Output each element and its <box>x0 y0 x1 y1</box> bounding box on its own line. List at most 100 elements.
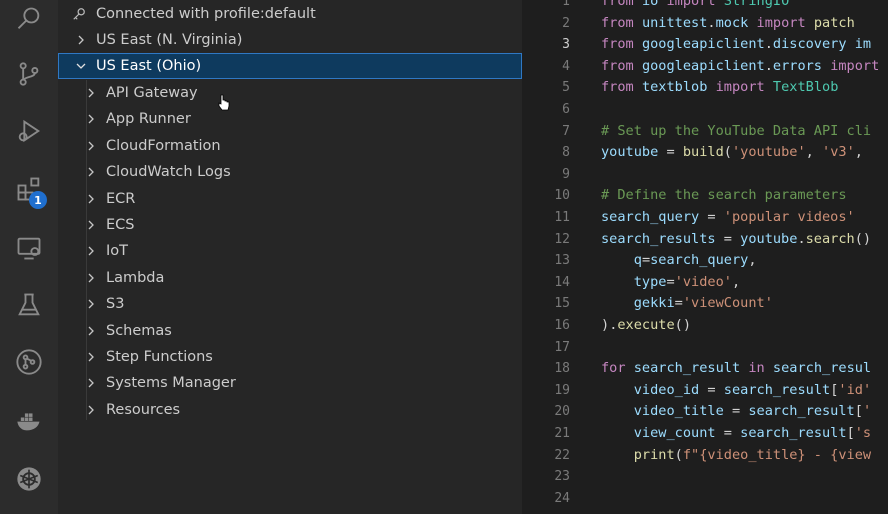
connection-status: Connected with profile:default <box>58 1 522 27</box>
line-number: 23 <box>554 469 570 485</box>
line-number: 20 <box>554 404 570 420</box>
line-number: 11 <box>554 210 570 225</box>
testing-icon[interactable] <box>12 288 46 322</box>
service-node-step-functions[interactable]: Step Functions <box>58 344 522 370</box>
line-number: 24 <box>554 490 570 506</box>
line-number: 2 <box>562 15 570 31</box>
code-line[interactable]: type='video', <box>601 274 740 290</box>
line-number: 21 <box>554 426 570 441</box>
service-label: Lambda <box>106 269 165 286</box>
code-line[interactable]: youtube = build('youtube', 'v3', <box>601 144 871 160</box>
chevron-right-icon <box>84 244 98 258</box>
service-node-ecs[interactable]: ECS <box>58 212 522 238</box>
mouse-pointer-icon <box>218 94 230 111</box>
line-number: 5 <box>562 80 570 96</box>
code-line[interactable]: from textblob import TextBlob <box>601 79 838 95</box>
code-line[interactable]: gekki='viewCount' <box>601 295 773 311</box>
git-graph-icon[interactable] <box>12 345 46 379</box>
service-label: App Runner <box>106 111 191 128</box>
chevron-right-icon <box>84 297 98 311</box>
chevron-right-icon <box>84 139 98 153</box>
service-node-cloudformation[interactable]: CloudFormation <box>58 133 522 159</box>
code-line[interactable]: from io import StringIO <box>601 0 789 9</box>
service-label: Step Functions <box>106 349 213 365</box>
chevron-right-icon <box>84 218 98 232</box>
service-node-lambda[interactable]: Lambda <box>58 265 522 291</box>
line-number: 17 <box>554 339 570 355</box>
service-label: ECS <box>106 217 135 233</box>
code-line[interactable]: from unittest.mock import patch <box>601 15 855 31</box>
code-line[interactable]: from googleapiclient.discovery im <box>601 36 871 52</box>
region-label: US East (Ohio) <box>96 58 202 74</box>
source-control-icon[interactable] <box>12 57 46 91</box>
service-node-schemas[interactable]: Schemas <box>58 318 522 344</box>
search-icon[interactable] <box>12 2 46 36</box>
region-node-us-east-1[interactable]: US East (N. Virginia) <box>58 27 522 53</box>
service-node-ecr[interactable]: ECR <box>58 186 522 212</box>
chevron-right-icon <box>84 86 98 100</box>
line-number: 15 <box>554 296 570 312</box>
chevron-right-icon <box>84 376 98 390</box>
service-label: Systems Manager <box>106 375 236 392</box>
service-label: Schemas <box>106 322 172 339</box>
code-editor[interactable]: 1 from io import StringIO 2 from unittest.m… <box>522 0 888 514</box>
service-label: API Gateway <box>106 85 198 101</box>
chevron-right-icon <box>84 324 98 338</box>
chevron-right-icon <box>84 192 98 206</box>
service-label: Resources <box>106 401 181 418</box>
service-label: CloudFormation <box>106 137 221 154</box>
remote-explorer-icon[interactable] <box>12 231 46 265</box>
region-label: US East (N. Virginia) <box>96 32 243 48</box>
line-number: 14 <box>554 274 570 290</box>
line-number: 22 <box>554 447 570 463</box>
line-number: 10 <box>554 188 570 204</box>
service-label: S3 <box>106 296 125 313</box>
service-node-api-gateway[interactable]: API Gateway <box>58 80 522 106</box>
line-number: 7 <box>562 123 570 139</box>
line-number: 12 <box>554 231 570 247</box>
code-line[interactable]: for search_result in search_resul <box>601 360 871 376</box>
chevron-right-icon <box>84 271 98 285</box>
line-number: 8 <box>562 145 570 161</box>
line-number: 1 <box>562 0 570 9</box>
chevron-down-icon <box>74 59 88 73</box>
service-node-cloudwatch-logs[interactable]: CloudWatch Logs <box>58 159 522 185</box>
chevron-right-icon <box>84 165 98 179</box>
code-line[interactable]: # Define the search parameters <box>601 187 847 203</box>
service-node-s3[interactable]: S3 <box>58 291 522 317</box>
line-number: 18 <box>554 361 570 377</box>
service-label: ECR <box>106 190 136 207</box>
chevron-right-icon <box>74 33 88 47</box>
kubernetes-icon[interactable] <box>12 462 46 496</box>
code-line[interactable]: print(f"{video_title} - {view <box>601 447 871 463</box>
chevron-right-icon <box>84 112 98 126</box>
service-node-systems-manager[interactable]: Systems Manager <box>58 370 522 396</box>
connection-label: Connected with profile:default <box>96 6 316 22</box>
code-line[interactable]: # Set up the YouTube Data API cli <box>601 123 871 139</box>
code-line[interactable]: view_count = search_result['s <box>601 425 871 441</box>
code-line[interactable]: search_query = 'popular videos' <box>601 209 855 225</box>
chevron-right-icon <box>84 350 98 364</box>
code-line[interactable]: q=search_query, <box>601 252 757 268</box>
line-number: 13 <box>554 253 570 269</box>
line-number: 19 <box>554 382 570 398</box>
line-number: 4 <box>562 58 570 74</box>
run-debug-icon[interactable] <box>12 114 46 148</box>
code-line[interactable]: from googleapiclient.errors import <box>601 58 879 74</box>
code-line[interactable]: ).execute() <box>601 317 691 333</box>
code-line[interactable]: search_results = youtube.search() <box>601 231 871 247</box>
code-line[interactable]: video_id = search_result['id' <box>601 382 871 398</box>
activity-bar: 1 <box>0 0 58 514</box>
service-node-iot[interactable]: IoT <box>58 238 522 264</box>
service-node-resources[interactable]: Resources <box>58 397 522 423</box>
line-number: 6 <box>562 102 570 117</box>
chevron-right-icon <box>84 403 98 417</box>
service-node-app-runner[interactable]: App Runner <box>58 106 522 132</box>
extensions-badge: 1 <box>29 191 47 209</box>
aws-explorer-tree: Connected with profile:default US East (… <box>58 0 522 514</box>
code-line[interactable]: video_title = search_result[' <box>601 403 871 419</box>
region-node-us-east-2[interactable]: US East (Ohio) <box>58 53 522 79</box>
line-number: 3 <box>562 37 570 53</box>
docker-icon[interactable] <box>12 404 46 438</box>
service-label: CloudWatch Logs <box>106 164 231 181</box>
